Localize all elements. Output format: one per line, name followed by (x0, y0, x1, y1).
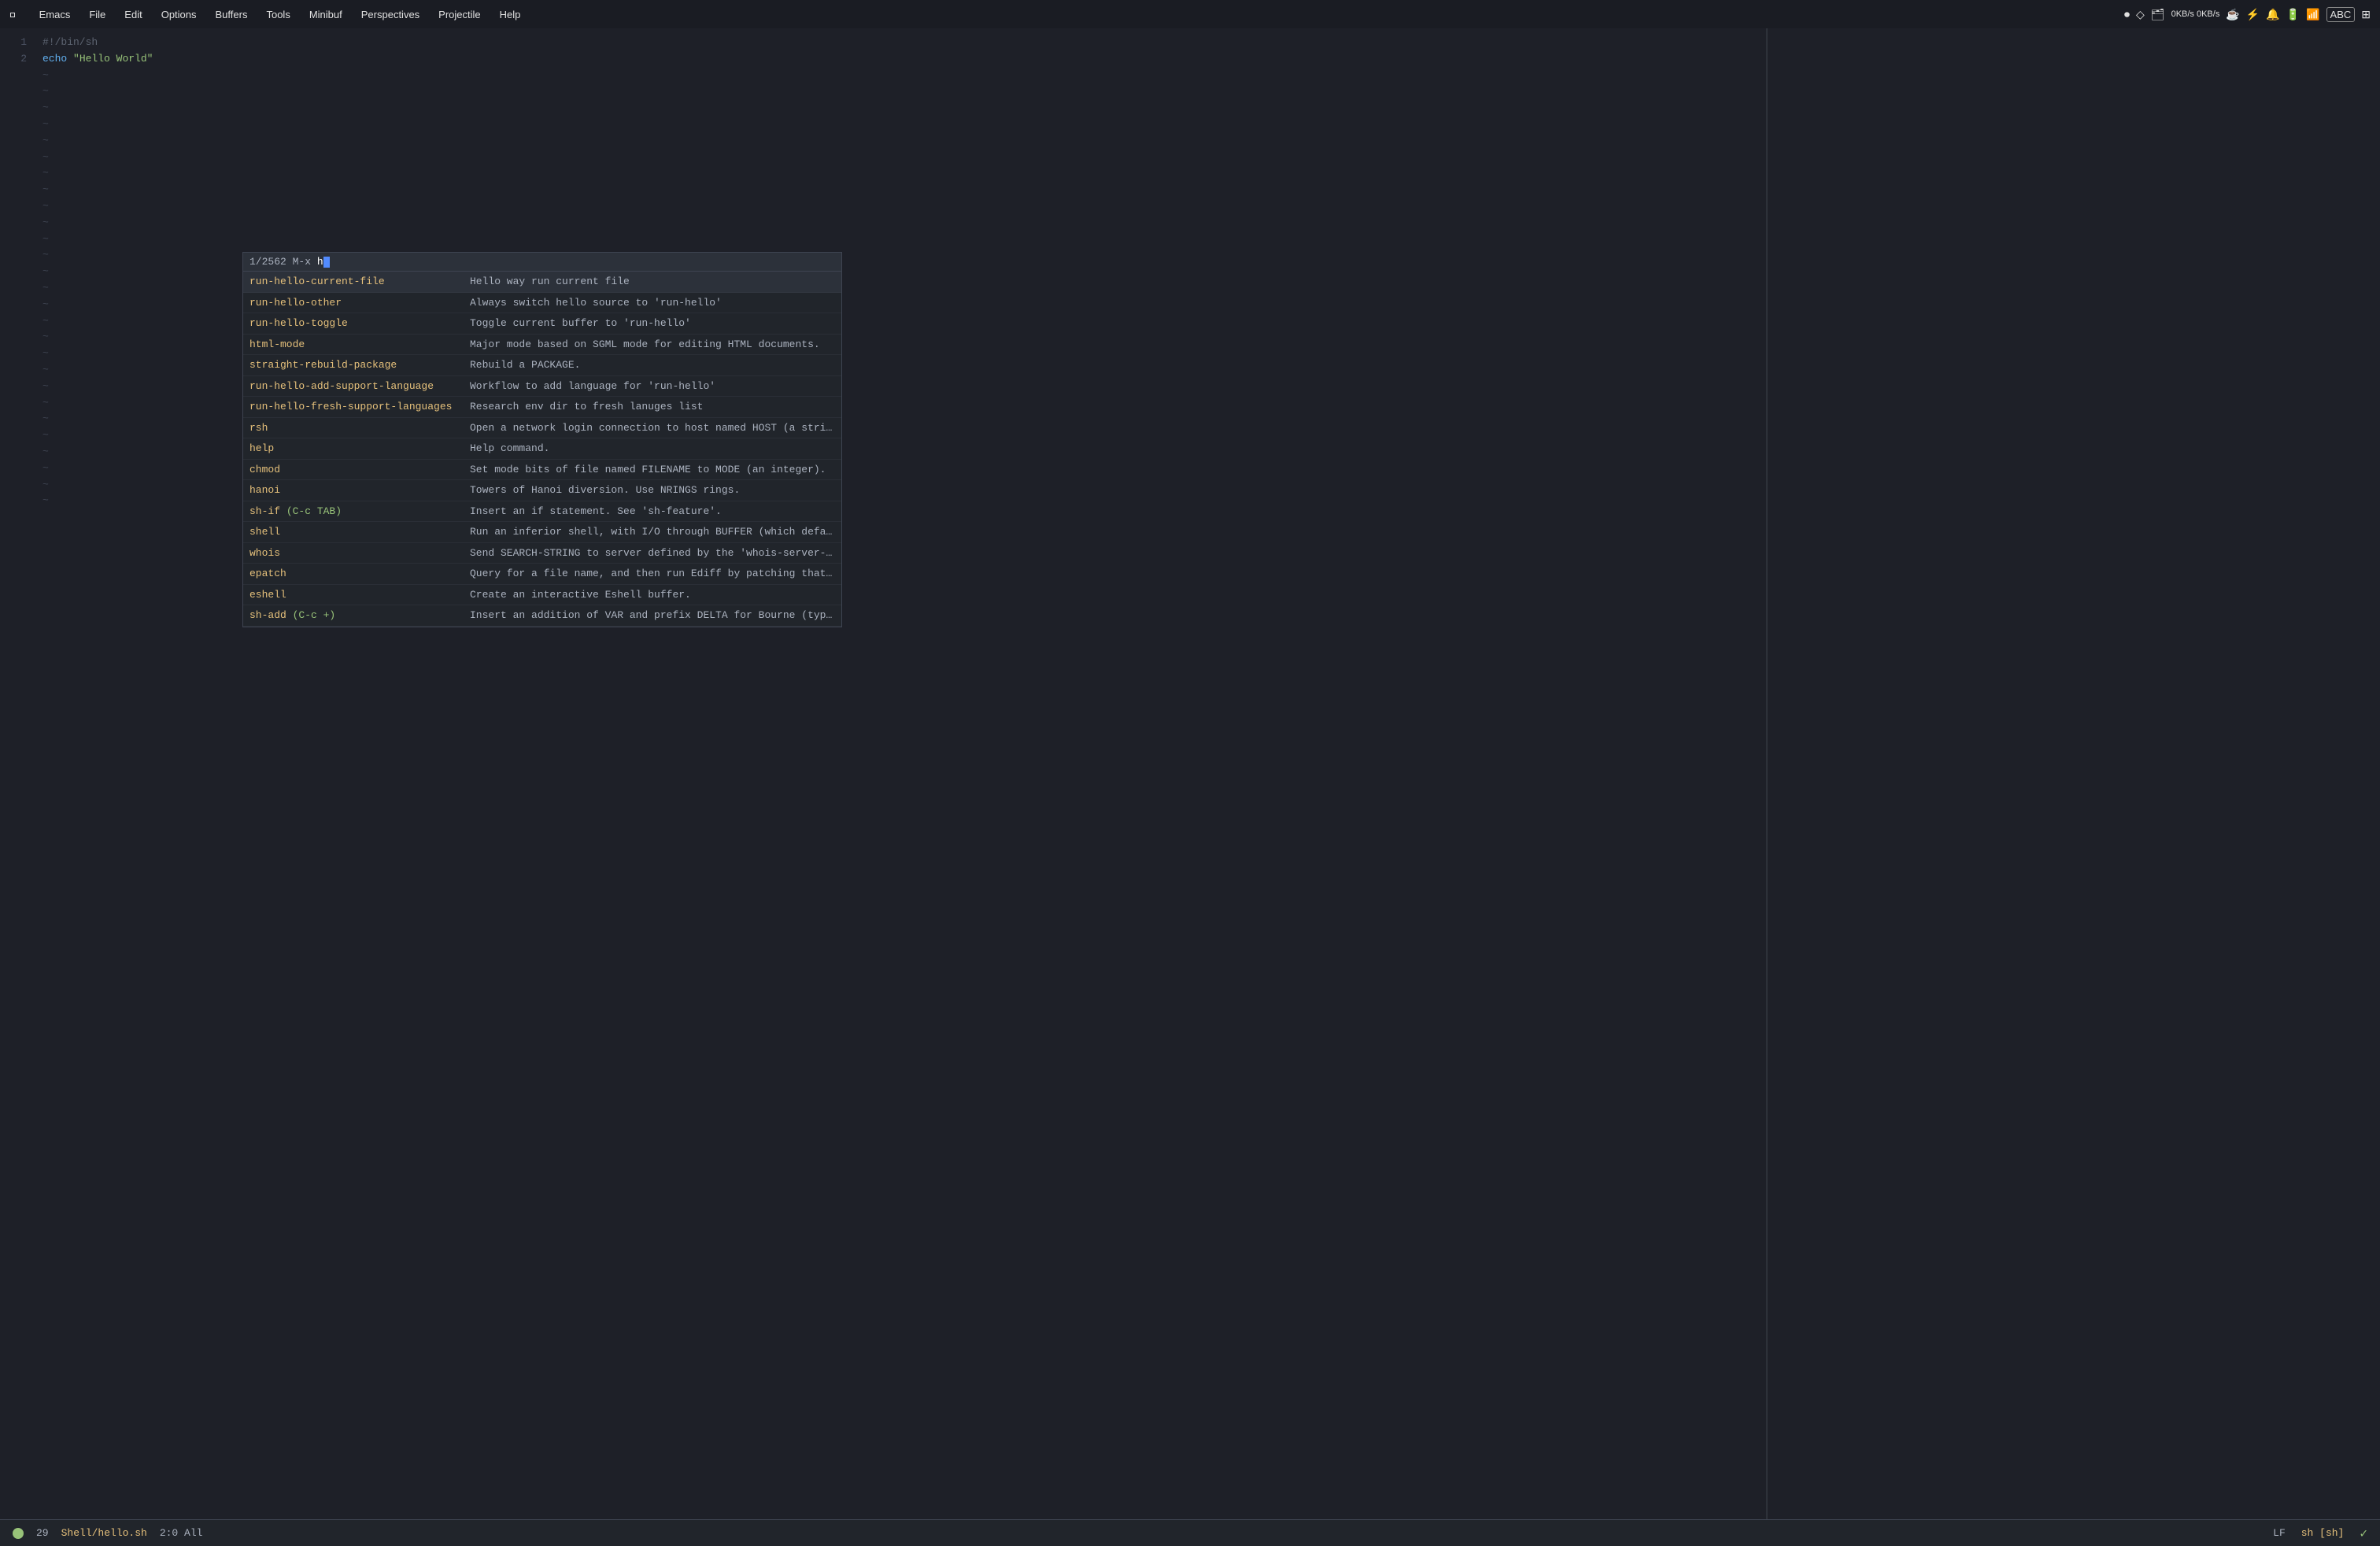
completion-row[interactable]: run-hello-toggleToggle current buffer to… (243, 313, 841, 335)
completion-cmd-label: sh-add (C-c +) (249, 608, 470, 623)
completion-cmd-label: shell (249, 524, 470, 540)
completion-row[interactable]: run-hello-otherAlways switch hello sourc… (243, 293, 841, 314)
completion-input: h (317, 256, 323, 268)
completion-row[interactable]: sh-if (C-c TAB)Insert an if statement. S… (243, 501, 841, 523)
completion-desc-label: Workflow to add language for 'run-hello' (470, 379, 835, 394)
apple-menu-icon[interactable]:  (9, 7, 17, 21)
status-check-icon: ✓ (2360, 1526, 2367, 1541)
completion-header: 1/2562 M-x h (243, 253, 841, 272)
line-num-2: 2 (0, 51, 27, 68)
coffee-icon: ☕ (2226, 8, 2239, 21)
completion-row[interactable]: epatchQuery for a file name, and then ru… (243, 564, 841, 585)
completion-desc-label: Query for a file name, and then run Edif… (470, 566, 835, 582)
battery-icon: 🔋 (2286, 8, 2300, 21)
status-line-number: 29 (36, 1527, 49, 1539)
completion-row[interactable]: eshellCreate an interactive Eshell buffe… (243, 585, 841, 606)
menu-options[interactable]: Options (152, 6, 206, 24)
status-right: LF sh [sh] ✓ (2273, 1526, 2367, 1541)
completion-row[interactable]: chmodSet mode bits of file named FILENAM… (243, 460, 841, 481)
line-num-1: 1 (0, 35, 27, 51)
completion-row[interactable]: helpHelp command. (243, 438, 841, 460)
completion-desc-label: Help command. (470, 441, 835, 457)
status-line-ending: LF (2273, 1527, 2286, 1539)
completion-cmd-label: html-mode (249, 337, 470, 353)
completion-desc-label: Run an inferior shell, with I/O through … (470, 524, 835, 540)
completion-row[interactable]: run-hello-add-support-languageWorkflow t… (243, 376, 841, 398)
status-position: 2:0 All (160, 1527, 203, 1539)
editor-pane-right (1766, 28, 2380, 1519)
completion-desc-label: Hello way run current file (470, 274, 835, 290)
completion-desc-label: Rebuild a PACKAGE. (470, 357, 835, 373)
completion-row[interactable]: sh-add (C-c +)Insert an addition of VAR … (243, 605, 841, 627)
completion-cmd-label: chmod (249, 462, 470, 478)
completion-desc-label: Research env dir to fresh lanuges list (470, 399, 835, 415)
completion-desc-label: Toggle current buffer to 'run-hello' (470, 316, 835, 331)
completion-cmd-label: straight-rebuild-package (249, 357, 470, 373)
completion-cmd-label: run-hello-add-support-language (249, 379, 470, 394)
completion-cmd-label: epatch (249, 566, 470, 582)
code-line-1: #!/bin/sh (42, 35, 1766, 51)
menu-buffers[interactable]: Buffers (206, 6, 257, 24)
completion-cmd-label: rsh (249, 420, 470, 436)
finder-icon: 🗂 (2151, 8, 2165, 21)
completion-cmd-label: run-hello-fresh-support-languages (249, 399, 470, 415)
completion-row[interactable]: run-hello-fresh-support-languagesResearc… (243, 397, 841, 418)
menu-edit[interactable]: Edit (115, 6, 151, 24)
completion-rows: run-hello-current-fileHello way run curr… (243, 272, 841, 627)
completion-cmd-label: sh-if (C-c TAB) (249, 504, 470, 520)
completion-cmd-label: help (249, 441, 470, 457)
wifi-icon: 📶 (2306, 8, 2319, 21)
completion-row[interactable]: hanoiTowers of Hanoi diversion. Use NRIN… (243, 480, 841, 501)
completion-desc-label: Send SEARCH-STRING to server defined by … (470, 546, 835, 561)
completion-count: 1/2562 M-x (249, 256, 317, 268)
menu-minibuf[interactable]: Minibuf (300, 6, 352, 24)
menubar-right: ⏺ ◇ 🗂 0KB/s 0KB/s ☕ ⚡ 🔔 🔋 📶 ABC ⊞ (2124, 7, 2371, 22)
completion-popup[interactable]: 1/2562 M-x h run-hello-current-fileHello… (242, 252, 842, 627)
completion-row[interactable]: whoisSend SEARCH-STRING to server define… (243, 543, 841, 564)
windows-icon: ⊞ (2361, 8, 2371, 21)
mic-icon: ⚡ (2246, 8, 2260, 21)
completion-cursor (323, 257, 330, 268)
completion-cmd-label: run-hello-toggle (249, 316, 470, 331)
menu-perspectives[interactable]: Perspectives (352, 6, 429, 24)
completion-desc-label: Towers of Hanoi diversion. Use NRINGS ri… (470, 483, 835, 498)
completion-row[interactable]: run-hello-current-fileHello way run curr… (243, 272, 841, 293)
notification-icon: 🔔 (2266, 8, 2279, 21)
keyboard-icon: ABC (2326, 7, 2356, 22)
statusbar: 29 Shell/hello.sh 2:0 All LF sh [sh] ✓ (0, 1519, 2380, 1546)
completion-desc-label: Insert an if statement. See 'sh-feature'… (470, 504, 835, 520)
completion-cmd-label: whois (249, 546, 470, 561)
completion-desc-label: Open a network login connection to host … (470, 420, 835, 436)
menu-help[interactable]: Help (490, 6, 530, 24)
record-icon: ⏺ (2124, 8, 2130, 21)
completion-row[interactable]: shellRun an inferior shell, with I/O thr… (243, 522, 841, 543)
menu-projectile[interactable]: Projectile (429, 6, 490, 24)
completion-desc-label: Insert an addition of VAR and prefix DEL… (470, 608, 835, 623)
completion-row[interactable]: html-modeMajor mode based on SGML mode f… (243, 335, 841, 356)
completion-desc-label: Create an interactive Eshell buffer. (470, 587, 835, 603)
menu-emacs[interactable]: Emacs (30, 6, 80, 24)
completion-desc-label: Always switch hello source to 'run-hello… (470, 295, 835, 311)
completion-row[interactable]: straight-rebuild-packageRebuild a PACKAG… (243, 355, 841, 376)
completion-cmd-label: run-hello-other (249, 295, 470, 311)
completion-cmd-label: eshell (249, 587, 470, 603)
network-speed: 0KB/s 0KB/s (2171, 9, 2220, 19)
completion-cmd-label: hanoi (249, 483, 470, 498)
code-line-2: echo "Hello World" (42, 51, 1766, 68)
completion-desc-label: Set mode bits of file named FILENAME to … (470, 462, 835, 478)
completion-cmd-label: run-hello-current-file (249, 274, 470, 290)
vpn-icon: ◇ (2136, 8, 2145, 21)
line-numbers: 1 2 (0, 35, 39, 1513)
menubar:  Emacs File Edit Options Buffers Tools … (0, 0, 2380, 28)
completion-desc-label: Major mode based on SGML mode for editin… (470, 337, 835, 353)
completion-row[interactable]: rshOpen a network login connection to ho… (243, 418, 841, 439)
status-mode: sh [sh] (2301, 1527, 2345, 1539)
status-filename: Shell/hello.sh (61, 1527, 147, 1539)
menu-file[interactable]: File (79, 6, 115, 24)
status-indicator (13, 1528, 24, 1539)
menu-tools[interactable]: Tools (257, 6, 299, 24)
